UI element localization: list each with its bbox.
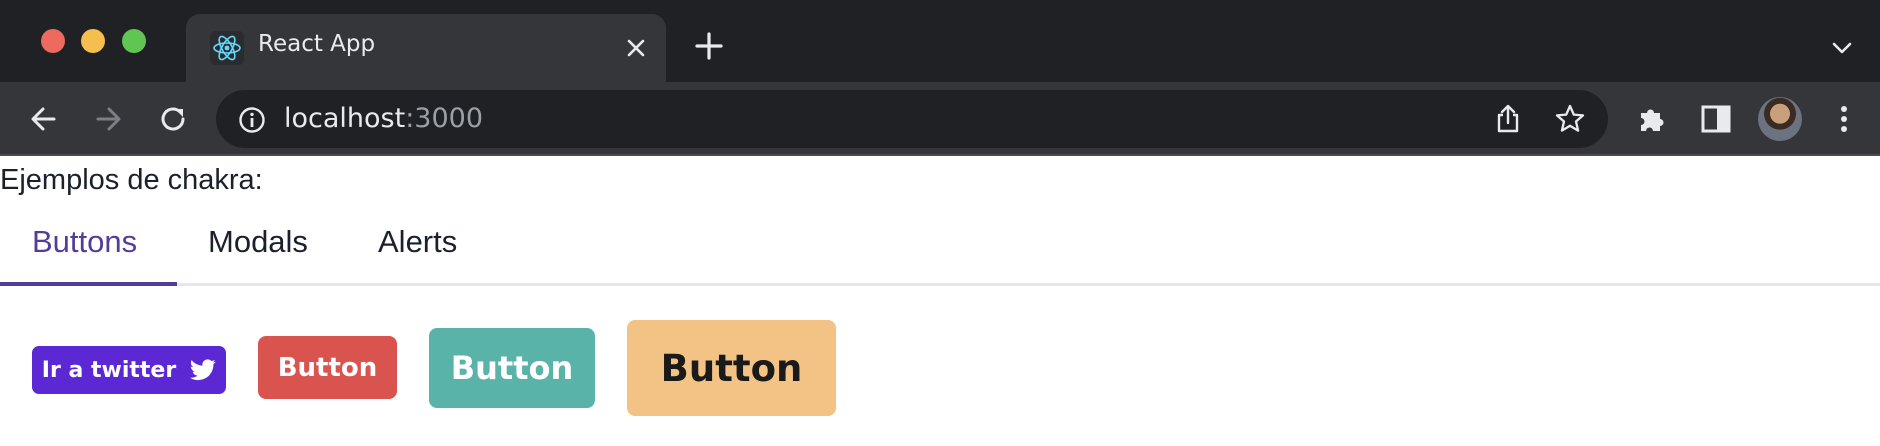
active-tab-indicator bbox=[0, 282, 177, 286]
address-bar[interactable]: localhost:3000 bbox=[216, 90, 1608, 148]
tabs-divider bbox=[0, 283, 1880, 286]
react-atom-icon bbox=[210, 31, 244, 65]
reload-icon[interactable] bbox=[155, 101, 191, 137]
page-content: Ejemplos de chakra: Buttons Modals Alert… bbox=[0, 156, 1880, 446]
close-window-button[interactable] bbox=[41, 29, 65, 53]
button-teal[interactable]: Button bbox=[429, 328, 595, 408]
url-text: localhost:3000 bbox=[284, 103, 483, 134]
intro-text: Ejemplos de chakra: bbox=[0, 164, 263, 196]
url-port: :3000 bbox=[405, 103, 484, 134]
browser-chrome: React App localhost:3000 bbox=[0, 0, 1880, 156]
avatar[interactable] bbox=[1758, 97, 1802, 141]
button-red[interactable]: Button bbox=[258, 336, 397, 399]
twitter-bird-icon bbox=[190, 359, 216, 381]
info-icon[interactable] bbox=[238, 106, 266, 134]
plus-icon[interactable] bbox=[694, 31, 724, 61]
tab-strip: React App bbox=[0, 0, 1880, 82]
maximize-window-button[interactable] bbox=[122, 29, 146, 53]
tab-alerts[interactable]: Alerts bbox=[378, 224, 457, 260]
twitter-button[interactable]: Ir a twitter bbox=[32, 346, 226, 394]
twitter-button-label: Ir a twitter bbox=[41, 357, 177, 383]
puzzle-icon[interactable] bbox=[1634, 101, 1670, 137]
browser-tab[interactable]: React App bbox=[186, 14, 666, 82]
browser-toolbar: localhost:3000 bbox=[0, 82, 1880, 156]
tab-modals[interactable]: Modals bbox=[208, 224, 308, 260]
button-orange[interactable]: Button bbox=[627, 320, 836, 416]
minimize-window-button[interactable] bbox=[81, 29, 105, 53]
star-icon[interactable] bbox=[1554, 103, 1586, 135]
arrow-left-icon[interactable] bbox=[26, 101, 62, 137]
close-icon[interactable] bbox=[624, 36, 648, 60]
arrow-right-icon[interactable] bbox=[90, 101, 126, 137]
share-icon[interactable] bbox=[1492, 103, 1524, 135]
url-host: localhost bbox=[284, 103, 406, 134]
kebab-icon[interactable] bbox=[1826, 101, 1862, 137]
chevron-down-icon[interactable] bbox=[1830, 36, 1854, 60]
tab-buttons[interactable]: Buttons bbox=[32, 224, 137, 260]
tab-title: React App bbox=[258, 31, 376, 57]
side-panel-icon[interactable] bbox=[1698, 101, 1734, 137]
